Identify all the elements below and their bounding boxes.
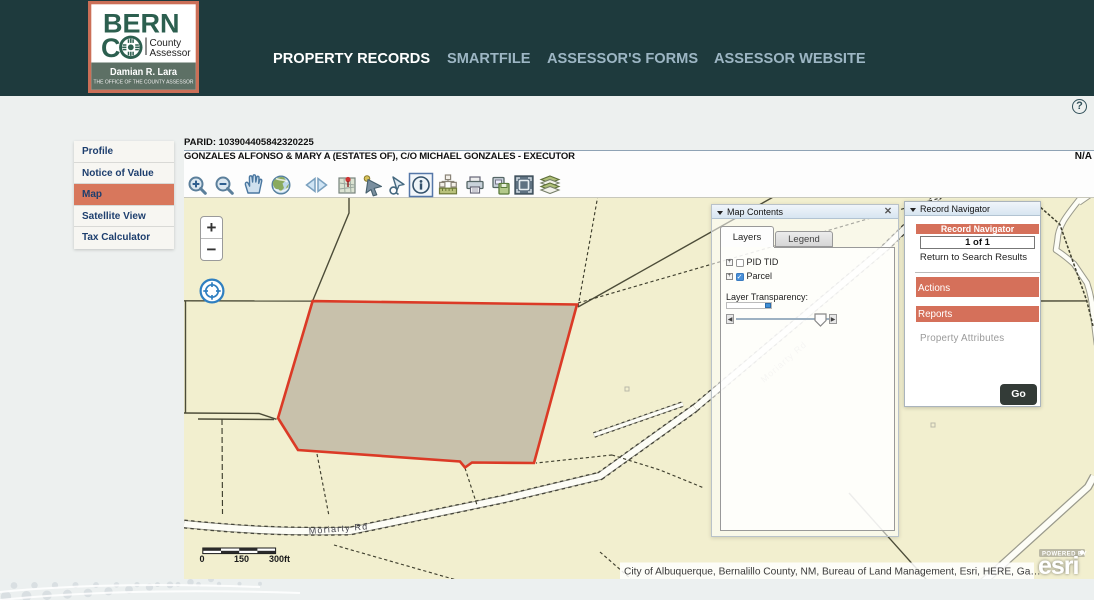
svg-text:0: 0 [200, 554, 205, 564]
svg-text:300ft: 300ft [269, 554, 290, 564]
svg-text:150: 150 [234, 554, 249, 564]
svg-text:Damian R. Lara: Damian R. Lara [110, 67, 177, 78]
svg-text:esri: esri [1038, 552, 1079, 579]
svg-text:THE OFFICE OF THE COUNTY ASSES: THE OFFICE OF THE COUNTY ASSESSOR [94, 80, 194, 86]
svg-text:Assessor: Assessor [150, 48, 192, 59]
svg-text:City of Albuquerque, Bernalill: City of Albuquerque, Bernalillo County, … [624, 567, 1041, 578]
svg-text:C: C [101, 33, 121, 63]
